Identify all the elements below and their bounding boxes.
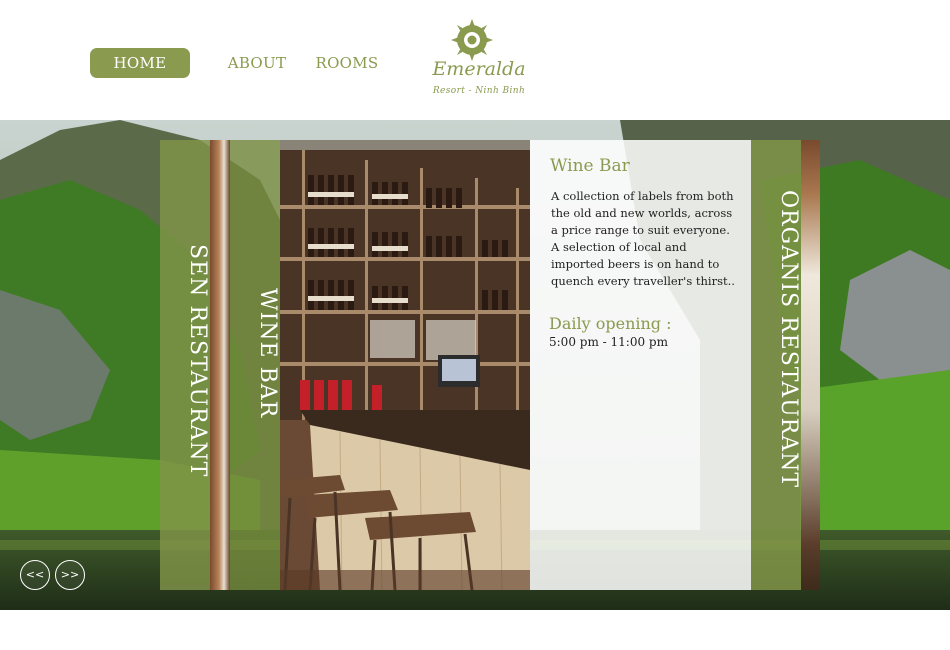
logo-tagline: Resort - Ninh Binh bbox=[432, 86, 526, 96]
label-sen-restaurant: SEN RESTAURANT bbox=[185, 244, 210, 478]
site-header: HOME ABOUT ROOMS Emeralda Resort - Ninh … bbox=[0, 0, 950, 120]
nav-home[interactable]: HOME bbox=[90, 48, 190, 78]
wine-bar-info-panel: Wine Bar A collection of labels from bot… bbox=[530, 140, 751, 590]
panel-sen-restaurant-photo-edge bbox=[210, 140, 230, 590]
info-description: A collection of labels from both the old… bbox=[551, 189, 735, 288]
info-hours: 5:00 pm - 11:00 pm bbox=[549, 335, 668, 349]
label-organis-restaurant: ORGANIS RESTAURANT bbox=[776, 190, 801, 489]
sun-flower-icon bbox=[451, 19, 493, 61]
wine-bar-photo bbox=[280, 140, 530, 590]
prev-arrow-button[interactable]: << bbox=[20, 560, 50, 590]
next-arrow-button[interactable]: >> bbox=[55, 560, 85, 590]
logo[interactable]: Emeralda Resort - Ninh Binh bbox=[420, 16, 535, 106]
info-hours-label: Daily opening : bbox=[549, 314, 672, 333]
label-wine-bar: WINE BAR bbox=[255, 288, 280, 419]
logo-name: Emeralda bbox=[432, 58, 526, 80]
nav-rooms[interactable]: ROOMS bbox=[312, 48, 382, 78]
info-title: Wine Bar bbox=[550, 156, 630, 176]
panel-organis-restaurant-photo-edge bbox=[801, 140, 820, 590]
nav-about[interactable]: ABOUT bbox=[222, 48, 292, 78]
